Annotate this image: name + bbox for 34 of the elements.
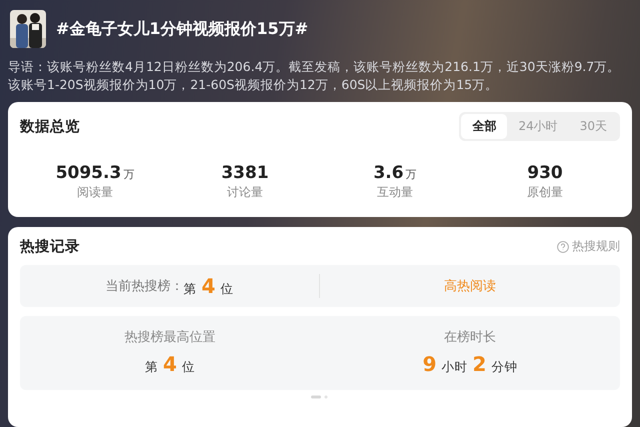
stat-unit: 万 (406, 167, 417, 182)
period-tab[interactable]: 全部 (461, 114, 508, 139)
help-icon (557, 240, 569, 252)
card-title: 热搜记录 (20, 238, 80, 256)
topic-title: #金龟子女儿1分钟视频报价15万# (56, 18, 308, 40)
period-tab[interactable]: 24小时 (507, 114, 569, 139)
stat-label: 原创量 (527, 184, 563, 201)
stat-label: 互动量 (377, 184, 413, 201)
unit-label: 第 (184, 281, 197, 298)
unit-label: 小时 (442, 359, 468, 376)
stat-value: 3381 (221, 163, 269, 183)
page-indicator-icon (311, 395, 329, 399)
unit-label: 第 (145, 359, 158, 376)
rank-number: 2 (472, 352, 486, 376)
stat-label: 讨论量 (227, 184, 263, 201)
intro-text: 导语：该账号粉丝数4月12日粉丝数为206.4万。截至发稿，该账号粉丝数为216.1万，近30天涨粉9.7万。该账号1-20S视频报价为10万，21-60S视频报价为12万，60S以上视频报价为15万。 (8, 58, 622, 94)
stat-unit: 万 (123, 167, 134, 182)
record-label: 热搜榜最高位置 (124, 329, 216, 346)
unit-label: 分钟 (491, 359, 518, 376)
unit-label: 位 (182, 359, 195, 376)
stat-value: 3.6 (373, 163, 404, 183)
stat-value: 930 (527, 163, 563, 183)
stat-value: 5095.3 (56, 163, 122, 183)
heat-tag: 高热阅读 (444, 277, 496, 295)
rules-link[interactable]: 热搜规则 (557, 238, 620, 255)
rank-label: 当前热搜榜： (106, 278, 184, 295)
rank-number: 9 (422, 352, 436, 376)
period-tab[interactable]: 30天 (568, 114, 618, 139)
rank-number: 4 (202, 274, 216, 298)
unit-label: 位 (220, 281, 234, 298)
record-label: 在榜时长 (444, 329, 496, 346)
stat-label: 阅读量 (77, 184, 113, 201)
card-title: 数据总览 (20, 118, 80, 136)
rank-number: 4 (163, 352, 177, 376)
